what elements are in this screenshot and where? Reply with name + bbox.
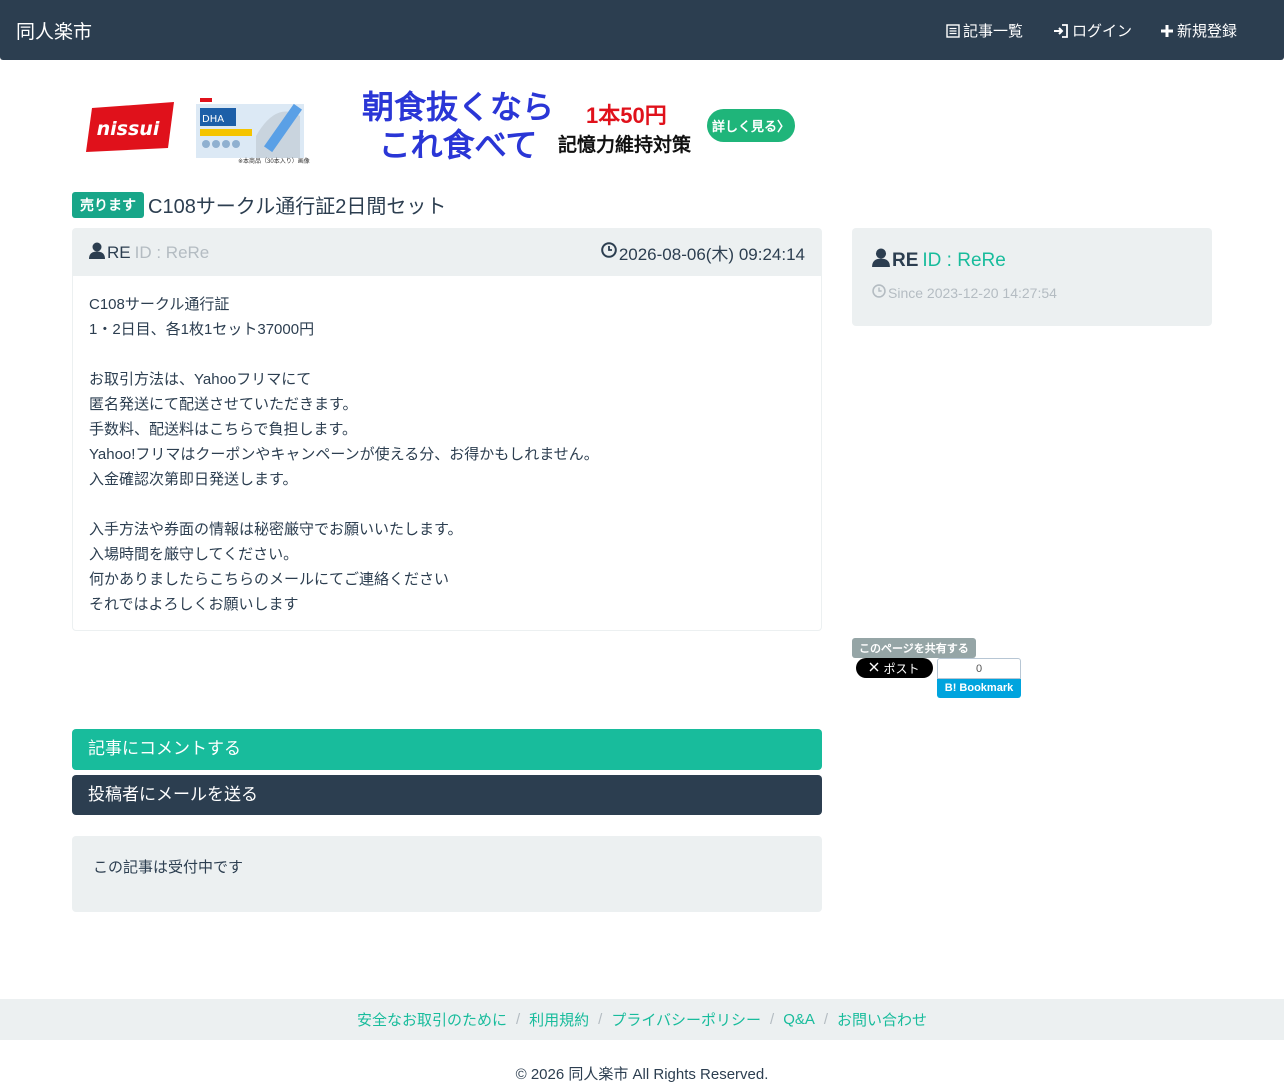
post-line: Yahoo!フリマはクーポンやキャンペーンが使える分、お得かもしれません。 (89, 446, 599, 463)
svg-text:DHA: DHA (202, 114, 224, 125)
nav-label: 記事一覧 (963, 23, 1024, 40)
post-header: RE ID : ReRe 2026-08-06(木) 09:24:14 (73, 229, 821, 276)
footer-link-contact[interactable]: お問い合わせ (837, 1009, 927, 1030)
comment-button[interactable]: 記事にコメントする (72, 729, 822, 770)
footer-link-terms[interactable]: 利用規約 (529, 1009, 589, 1030)
product-image: DHA (196, 96, 306, 164)
brand-link[interactable]: 同人楽市 (16, 17, 92, 44)
x-post-label: ポスト (883, 661, 920, 676)
ad-banner[interactable]: nissui DHA ※本商品（30本入り）画像 朝食抜くなら これ食べて 1本… (80, 88, 800, 166)
clock-icon (601, 242, 617, 263)
ad-headline: 朝食抜くなら これ食べて (358, 88, 558, 164)
post-line: 手数料、配送料はこちらで負担します。 (89, 421, 358, 438)
hatena-bookmark-button[interactable]: B! Bookmark (937, 679, 1021, 698)
post-author[interactable]: RE ID : ReRe (89, 242, 209, 264)
x-post-button[interactable]: ポスト (856, 658, 933, 678)
footer-separator: / (515, 1011, 521, 1028)
ad-headline-line2: これ食べて (378, 126, 538, 164)
author-id: ID : ReRe (134, 242, 210, 262)
nav-register[interactable]: 新規登録 (1160, 20, 1237, 41)
status-message: この記事は受付中です (72, 836, 822, 912)
post-line: 匿名発送にて配送させていただきます。 (89, 396, 358, 413)
x-logo-icon (869, 661, 879, 675)
footer-links: 安全なお取引のために / 利用規約 / プライバシーポリシー / Q&A / お… (0, 999, 1284, 1040)
clock-icon (872, 284, 886, 301)
nissui-logo: nissui (80, 94, 180, 158)
ad-subline: 記憶力維持対策 (558, 135, 692, 156)
ad-price: 1本50円 (586, 103, 667, 128)
profile-since: Since 2023-12-20 14:27:54 (872, 284, 1057, 301)
post-line: C108サークル通行証 (89, 296, 230, 313)
footer-separator: / (823, 1011, 829, 1028)
post-line: 入金確認次第即日発送します。 (89, 471, 298, 488)
author-name: RE (107, 242, 131, 262)
share-label: このページを共有する (852, 638, 976, 658)
post-line: 入場時間を厳守してください。 (89, 546, 299, 563)
login-icon (1053, 23, 1069, 38)
footer-separator: / (770, 1011, 775, 1028)
mail-button[interactable]: 投稿者にメールを送る (72, 775, 822, 815)
nav-label: 新規登録 (1177, 23, 1238, 40)
footer-separator: / (598, 1011, 603, 1028)
sell-badge: 売ります (72, 191, 144, 218)
ad-headline-line1: 朝食抜くなら (361, 88, 554, 126)
post-date: 2026-08-06(木) 09:24:14 (601, 240, 805, 265)
footer-link-safety[interactable]: 安全なお取引のために (357, 1009, 507, 1030)
product-caption: ※本商品（30本入り）画像 (238, 159, 310, 165)
nav-login[interactable]: ログイン (1053, 20, 1132, 41)
profile-username: RE (892, 249, 919, 271)
plus-icon (1160, 24, 1174, 38)
post-line: お取引方法は、Yahooフリマにて (89, 371, 312, 388)
post-line: 1・2日目、各1枚1セット37000円 (89, 321, 315, 338)
post-panel: RE ID : ReRe 2026-08-06(木) 09:24:14 C108… (72, 228, 822, 631)
copyright: © 2026 同人楽市 All Rights Reserved. (515, 1066, 769, 1083)
list-icon (946, 23, 960, 38)
article-title-row: 売ります C108サークル通行証2日間セット (72, 190, 446, 219)
hatena-count: 0 (937, 658, 1021, 679)
profile-name[interactable]: RE ID : ReRe (872, 248, 1006, 273)
post-line: 何かありましたらこちらのメールにてご連絡ください (89, 571, 450, 588)
footer-link-qa[interactable]: Q&A (783, 1011, 815, 1028)
footer-link-privacy[interactable]: プライバシーポリシー (611, 1009, 761, 1030)
page-title: C108サークル通行証2日間セット (148, 196, 447, 218)
post-body: C108サークル通行証 1・2日目、各1枚1セット37000円 お取引方法は、Y… (73, 276, 821, 633)
nav-article-list[interactable]: 記事一覧 (946, 20, 1023, 41)
nav-label: ログイン (1072, 23, 1133, 40)
profile-id: ID : ReRe (922, 249, 1006, 271)
navbar: 同人楽市 記事一覧 ログイン 新規登録 (0, 0, 1284, 60)
post-date-text: 2026-08-06(木) 09:24:14 (618, 245, 805, 264)
ad-details-button[interactable]: 詳しく見る〉 (707, 109, 795, 142)
post-line (89, 492, 805, 517)
post-line (89, 342, 805, 367)
user-icon (872, 248, 890, 273)
logo-text: nissui (97, 118, 160, 140)
user-icon (89, 242, 105, 264)
profile-since-text: Since 2023-12-20 14:27:54 (888, 284, 1057, 301)
profile-card: RE ID : ReRe Since 2023-12-20 14:27:54 (852, 228, 1212, 326)
post-line: 入手方法や券面の情報は秘密厳守でお願いいたします。 (89, 521, 463, 538)
post-line: それではよろしくお願いします (89, 596, 299, 613)
